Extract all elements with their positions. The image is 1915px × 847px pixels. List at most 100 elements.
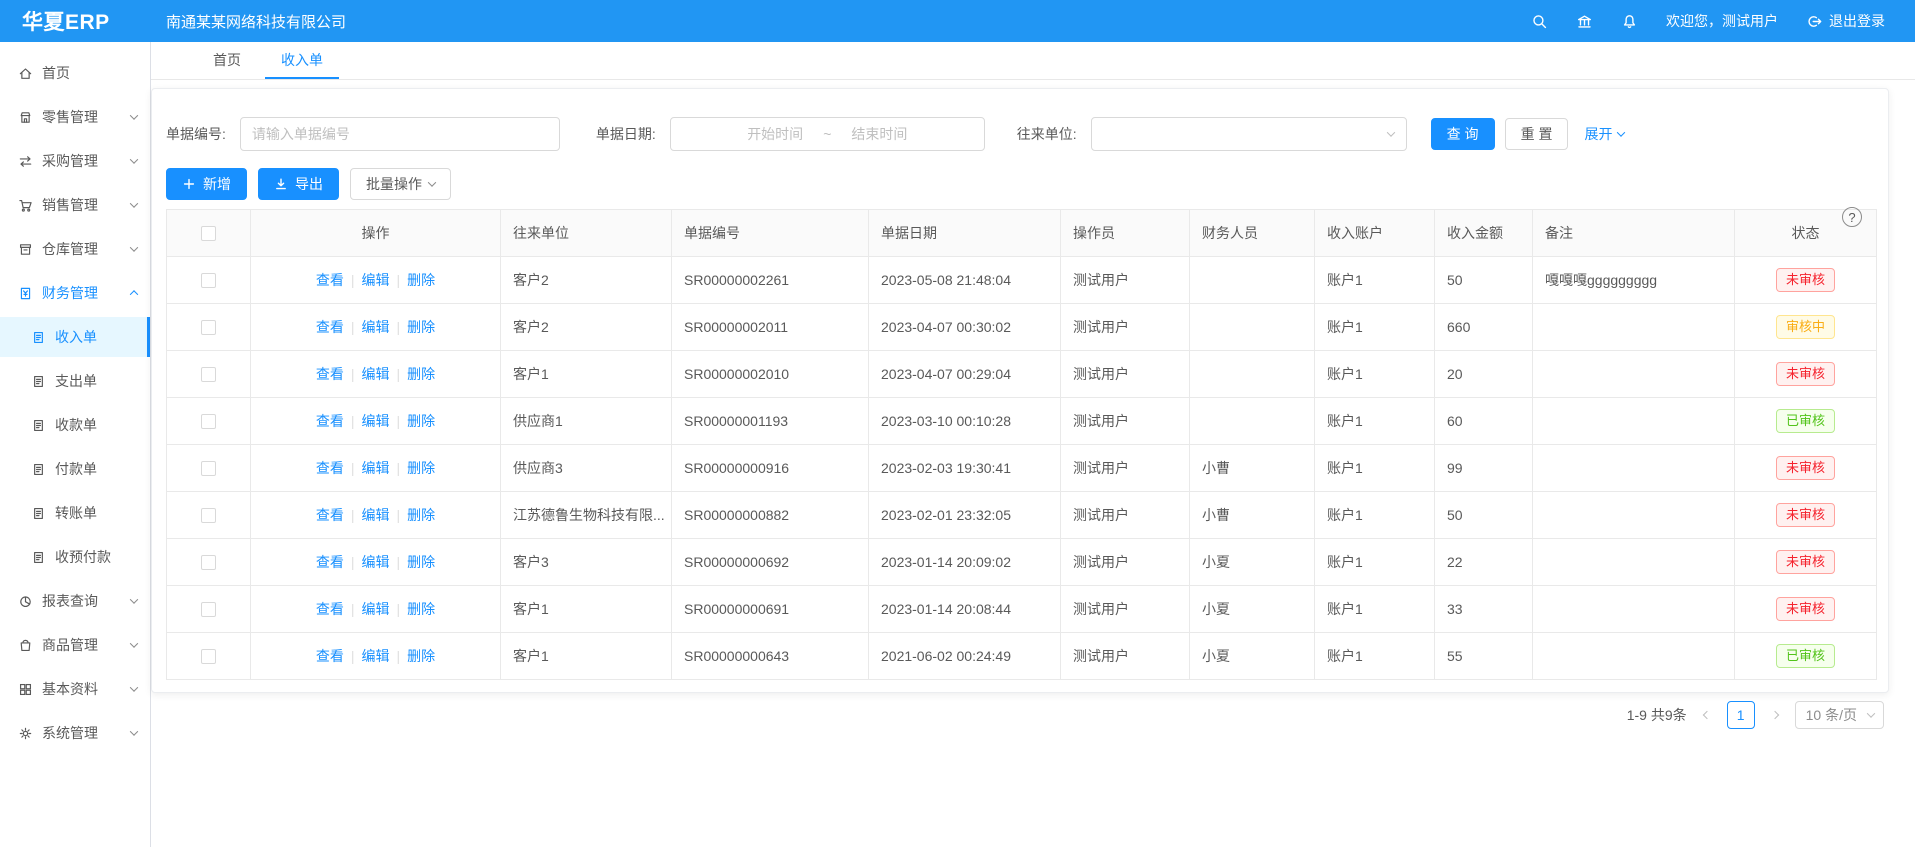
- chevron-down-icon: [1867, 709, 1875, 717]
- sidebar-subitem-payment-bill[interactable]: 付款单: [0, 449, 150, 489]
- batch-actions-button[interactable]: 批量操作: [350, 168, 451, 200]
- bell-icon[interactable]: [1621, 13, 1638, 30]
- add-label: 新增: [203, 174, 231, 194]
- view-link[interactable]: 查看: [316, 460, 344, 476]
- view-link[interactable]: 查看: [316, 601, 344, 617]
- cell-amount: 50: [1435, 492, 1533, 539]
- view-link[interactable]: 查看: [316, 366, 344, 382]
- cell-amount: 60: [1435, 398, 1533, 445]
- view-link[interactable]: 查看: [316, 413, 344, 429]
- table-body: 查看|编辑|删除 客户2 SR00000002261 2023-05-08 21…: [167, 257, 1877, 680]
- row-checkbox[interactable]: [201, 320, 216, 335]
- view-link[interactable]: 查看: [316, 648, 344, 664]
- bill-no-input[interactable]: 请输入单据编号: [240, 117, 560, 151]
- row-checkbox[interactable]: [201, 414, 216, 429]
- bank-icon[interactable]: [1576, 13, 1593, 30]
- purchase-icon: [18, 154, 33, 169]
- delete-link[interactable]: 删除: [407, 554, 435, 570]
- row-checkbox[interactable]: [201, 461, 216, 476]
- edit-link[interactable]: 编辑: [362, 413, 390, 429]
- sidebar-subitem-transfer-bill[interactable]: 转账单: [0, 493, 150, 533]
- edit-link[interactable]: 编辑: [362, 507, 390, 523]
- next-page-button[interactable]: [1765, 701, 1785, 729]
- sidebar-item-system[interactable]: 系统管理: [0, 713, 150, 753]
- topbar-right: 欢迎您，测试用户 退出登录: [1531, 11, 1915, 31]
- logout-button[interactable]: 退出登录: [1806, 11, 1885, 31]
- bill-icon: [31, 374, 46, 389]
- add-button[interactable]: 新增: [166, 168, 247, 200]
- cell-unit: 客户1: [501, 586, 672, 633]
- partner-select[interactable]: [1091, 117, 1407, 151]
- view-link[interactable]: 查看: [316, 507, 344, 523]
- cell-bill-no: SR00000000882: [672, 492, 869, 539]
- sidebar-item-purchase[interactable]: 采购管理: [0, 141, 150, 181]
- delete-link[interactable]: 删除: [407, 366, 435, 382]
- tab-home[interactable]: 首页: [197, 42, 257, 79]
- page-size-select[interactable]: 10 条/页: [1795, 701, 1884, 729]
- sidebar-item-basic[interactable]: 基本资料: [0, 669, 150, 709]
- cell-unit: 江苏德鲁生物科技有限...: [501, 492, 672, 539]
- help-icon[interactable]: ?: [1842, 207, 1862, 227]
- cell-operator: 测试用户: [1061, 445, 1190, 492]
- view-link[interactable]: 查看: [316, 554, 344, 570]
- tab-income-bill[interactable]: 收入单: [265, 42, 339, 79]
- export-button[interactable]: 导出: [258, 168, 339, 200]
- sidebar-item-warehouse[interactable]: 仓库管理: [0, 229, 150, 269]
- delete-link[interactable]: 删除: [407, 648, 435, 664]
- reset-button[interactable]: 重 置: [1505, 118, 1569, 150]
- table-row: 查看|编辑|删除 供应商3 SR00000000916 2023-02-03 1…: [167, 445, 1877, 492]
- view-link[interactable]: 查看: [316, 272, 344, 288]
- edit-link[interactable]: 编辑: [362, 554, 390, 570]
- row-checkbox[interactable]: [201, 273, 216, 288]
- search-button[interactable]: 查 询: [1431, 118, 1495, 150]
- link-separator: |: [351, 413, 355, 429]
- sidebar-item-sales[interactable]: 销售管理: [0, 185, 150, 225]
- header-amount: 收入金额: [1435, 210, 1533, 257]
- view-link[interactable]: 查看: [316, 319, 344, 335]
- row-checkbox[interactable]: [201, 602, 216, 617]
- cell-bill-no: SR00000000692: [672, 539, 869, 586]
- select-all-checkbox[interactable]: [201, 226, 216, 241]
- edit-link[interactable]: 编辑: [362, 272, 390, 288]
- cell-date: 2023-01-14 20:09:02: [869, 539, 1061, 586]
- row-checkbox[interactable]: [201, 555, 216, 570]
- report-icon: [18, 594, 33, 609]
- search-icon[interactable]: [1531, 13, 1548, 30]
- row-checkbox[interactable]: [201, 508, 216, 523]
- sidebar-subitem-receipt-bill[interactable]: 收款单: [0, 405, 150, 445]
- cell-amount: 20: [1435, 351, 1533, 398]
- delete-link[interactable]: 删除: [407, 319, 435, 335]
- bill-no-placeholder: 请输入单据编号: [252, 124, 350, 144]
- sidebar-subitem-income-bill[interactable]: 收入单: [0, 317, 150, 357]
- delete-link[interactable]: 删除: [407, 272, 435, 288]
- sidebar-item-finance[interactable]: 财务管理: [0, 273, 150, 313]
- sidebar-item-goods[interactable]: 商品管理: [0, 625, 150, 665]
- row-checkbox[interactable]: [201, 649, 216, 664]
- link-separator: |: [397, 272, 401, 288]
- edit-link[interactable]: 编辑: [362, 319, 390, 335]
- sidebar-subitem-advance-receipt[interactable]: 收预付款: [0, 537, 150, 577]
- row-checkbox[interactable]: [201, 367, 216, 382]
- cell-bill-no: SR00000000643: [672, 633, 869, 680]
- date-range-input[interactable]: 开始时间 ~ 结束时间: [670, 117, 985, 151]
- delete-link[interactable]: 删除: [407, 507, 435, 523]
- table-row: 查看|编辑|删除 供应商1 SR00000001193 2023-03-10 0…: [167, 398, 1877, 445]
- edit-link[interactable]: 编辑: [362, 460, 390, 476]
- delete-link[interactable]: 删除: [407, 601, 435, 617]
- plus-icon: [182, 177, 196, 191]
- cell-bill-no: SR00000002011: [672, 304, 869, 351]
- prev-page-button[interactable]: [1697, 701, 1717, 729]
- delete-link[interactable]: 删除: [407, 460, 435, 476]
- sidebar-item-retail[interactable]: 零售管理: [0, 97, 150, 137]
- edit-link[interactable]: 编辑: [362, 601, 390, 617]
- page-number-1[interactable]: 1: [1727, 701, 1755, 729]
- edit-link[interactable]: 编辑: [362, 366, 390, 382]
- edit-link[interactable]: 编辑: [362, 648, 390, 664]
- sidebar-item-home[interactable]: 首页: [0, 53, 150, 93]
- cell-amount: 50: [1435, 257, 1533, 304]
- sidebar-item-report[interactable]: 报表查询: [0, 581, 150, 621]
- sidebar-subitem-expense-bill[interactable]: 支出单: [0, 361, 150, 401]
- cell-bill-no: SR00000000916: [672, 445, 869, 492]
- delete-link[interactable]: 删除: [407, 413, 435, 429]
- expand-link[interactable]: 展开: [1584, 124, 1624, 144]
